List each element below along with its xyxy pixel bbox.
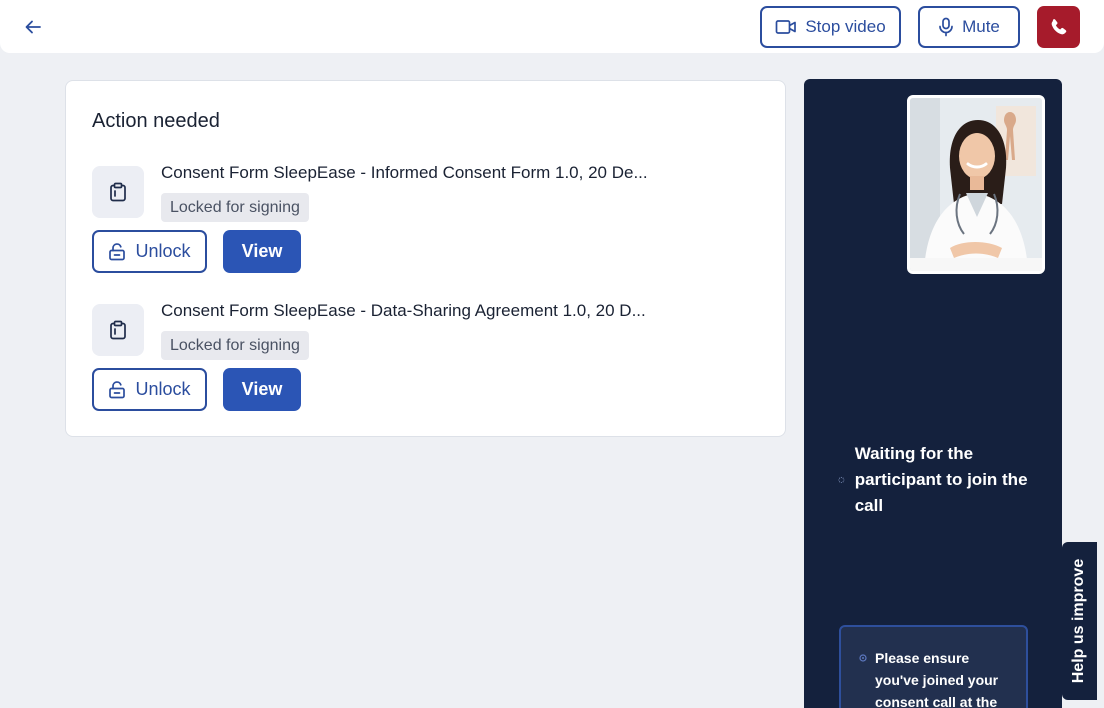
self-view-video xyxy=(907,95,1045,274)
waiting-status: Waiting for the participant to join the … xyxy=(838,441,1038,519)
waiting-message: Waiting for the participant to join the … xyxy=(854,444,1028,515)
video-call-panel: Waiting for the participant to join the … xyxy=(804,79,1062,708)
document-title: Consent Form SleepEase - Data-Sharing Ag… xyxy=(161,301,646,320)
document-item: Consent Form SleepEase - Informed Consen… xyxy=(92,163,772,283)
action-needed-card: Action needed Consent Form SleepEase - I… xyxy=(65,80,786,437)
back-button[interactable] xyxy=(18,12,48,42)
status-badge: Locked for signing xyxy=(161,331,309,360)
doctor-portrait-image xyxy=(910,98,1042,271)
info-notice: Please ensure you've joined your consent… xyxy=(839,625,1028,708)
stop-video-button[interactable]: Stop video xyxy=(760,6,901,48)
mute-button[interactable]: Mute xyxy=(918,6,1020,48)
notice-message: Please ensure you've joined your consent… xyxy=(875,650,999,708)
clipboard-icon xyxy=(92,166,144,218)
unlock-icon xyxy=(109,242,126,260)
unlock-button[interactable]: Unlock xyxy=(92,368,207,411)
view-button[interactable]: View xyxy=(223,230,301,273)
microphone-icon xyxy=(939,17,953,37)
phone-icon xyxy=(1051,19,1066,35)
unlock-label: Unlock xyxy=(135,379,191,399)
document-title: Consent Form SleepEase - Informed Consen… xyxy=(161,163,648,182)
unlock-label: Unlock xyxy=(135,241,191,261)
arrow-left-icon xyxy=(25,20,41,34)
view-button[interactable]: View xyxy=(223,368,301,411)
status-badge: Locked for signing xyxy=(161,193,309,222)
end-call-button[interactable] xyxy=(1037,6,1080,48)
mute-label: Mute xyxy=(962,17,1000,36)
info-icon xyxy=(859,654,867,662)
document-item: Consent Form SleepEase - Data-Sharing Ag… xyxy=(92,301,772,421)
card-title: Action needed xyxy=(92,110,220,132)
top-bar: Stop video Mute xyxy=(0,0,1104,53)
loading-spinner-icon xyxy=(838,476,845,484)
clipboard-icon xyxy=(92,304,144,356)
video-camera-icon xyxy=(775,20,797,34)
unlock-button[interactable]: Unlock xyxy=(92,230,207,273)
help-us-improve-tab[interactable]: Help us improve xyxy=(1062,542,1097,700)
help-us-improve-label: Help us improve xyxy=(1070,558,1088,684)
unlock-icon xyxy=(109,380,126,398)
stop-video-label: Stop video xyxy=(805,17,886,36)
